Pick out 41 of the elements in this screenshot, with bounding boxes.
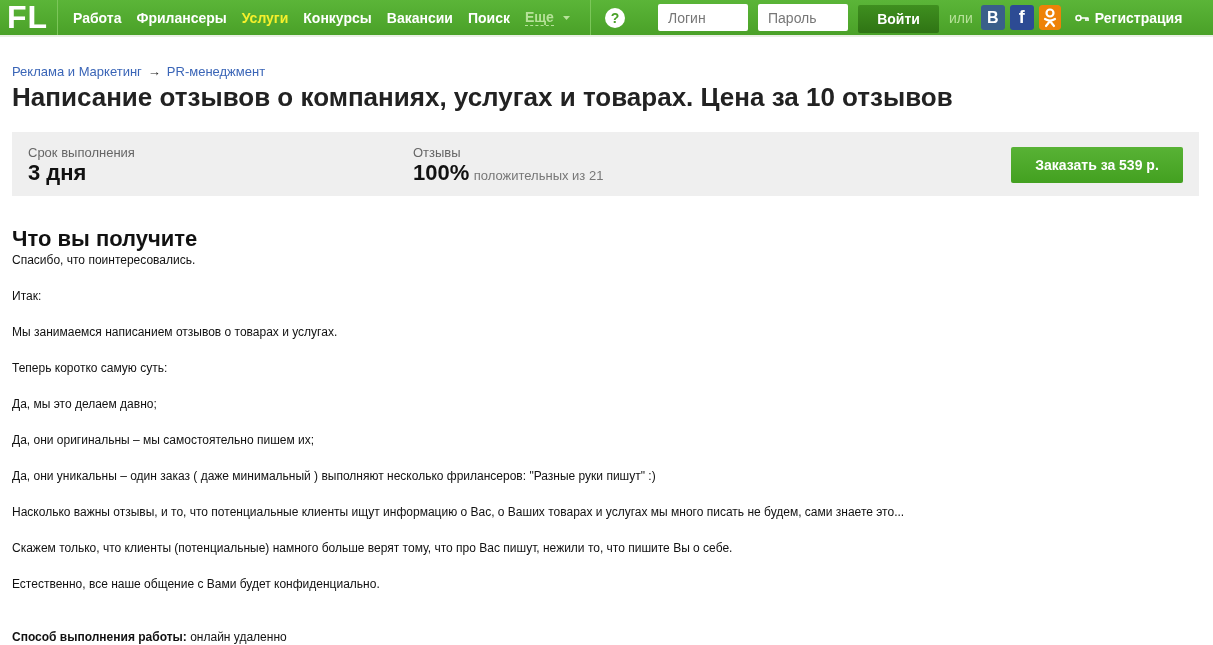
paragraph: Мы занимаемся написанием отзывов о товарах и услугах. [12, 324, 339, 341]
person-icon[interactable] [1038, 5, 1061, 30]
nav-link[interactable]: Поиск [467, 9, 510, 26]
help-button[interactable]: ? [605, 7, 625, 28]
paragraph: Естественно, все наше общение с Вами будет конфиденциально. [12, 576, 381, 593]
social-button[interactable]: f [1009, 5, 1034, 30]
work-method: Способ выполнения работы: онлайн удаленно [12, 629, 288, 645]
paragraph: Теперь коротко самую суть: [12, 360, 169, 377]
logo[interactable]: FL [0, 0, 58, 35]
paragraph: Да, мы это делаем давно; [12, 396, 158, 413]
paragraph: Да, они уникальны – один заказ ( даже минимальный ) выполняют несколько фрилансеров: "Разные руки пишут" :) [12, 468, 657, 485]
more-menu[interactable]: Еще [524, 9, 554, 26]
or-label: или [949, 9, 973, 26]
breadcrumb-arrow: → [147, 64, 161, 79]
breadcrumb-link[interactable]: Реклама и Маркетинг [12, 64, 142, 79]
reviews-note: положительных из 21 [473, 168, 604, 183]
paragraph: Да, они оригинальны – мы самостоятельно пишем их; [12, 432, 316, 449]
page-title: Написание отзывов о компаниях, услугах и товарах. Цена за 10 отзывов [12, 82, 954, 113]
nav-link[interactable]: Конкурсы [303, 9, 372, 26]
paragraph: Скажем только, что клиенты (потенциальные) намного больше верят тому, что про Вас пишут, нежили то, что пишите Вы о себе. [12, 540, 734, 557]
paragraph: Спасибо, что поинтересовались. [12, 252, 197, 269]
password-field[interactable]: Пароль [758, 4, 848, 31]
nav-link[interactable]: Вакансии [386, 9, 453, 26]
register-link[interactable]: Регистрация [1094, 9, 1183, 26]
order-button[interactable]: Заказать за 539 р. [1011, 147, 1183, 183]
caret-icon [562, 15, 570, 20]
paragraph: Итак: [12, 288, 43, 305]
login-button[interactable]: Войти [858, 4, 939, 33]
term-label: Срок выполнения [28, 145, 136, 160]
nav-link[interactable]: Работа [73, 9, 122, 26]
key-icon [1074, 13, 1089, 22]
social-button[interactable]: B [980, 5, 1005, 30]
nav-link[interactable]: Услуги [241, 9, 289, 26]
reviews-value: 100% [413, 160, 470, 185]
paragraph: Насколько важны отзывы, и то, что потенциальные клиенты ищут информацию о Вас, о Ваших товарах и услугах мы много писать не будем, сами знаете это... [12, 504, 906, 521]
nav-link[interactable]: Фрилансеры [136, 9, 227, 26]
section-title: Что вы получите [12, 227, 199, 251]
term-value: 3 дня [28, 160, 88, 186]
breadcrumb-link[interactable]: PR-менеджмент [166, 64, 266, 79]
reviews-label: Отзывы [413, 145, 462, 160]
login-field[interactable]: Логин [658, 4, 748, 31]
